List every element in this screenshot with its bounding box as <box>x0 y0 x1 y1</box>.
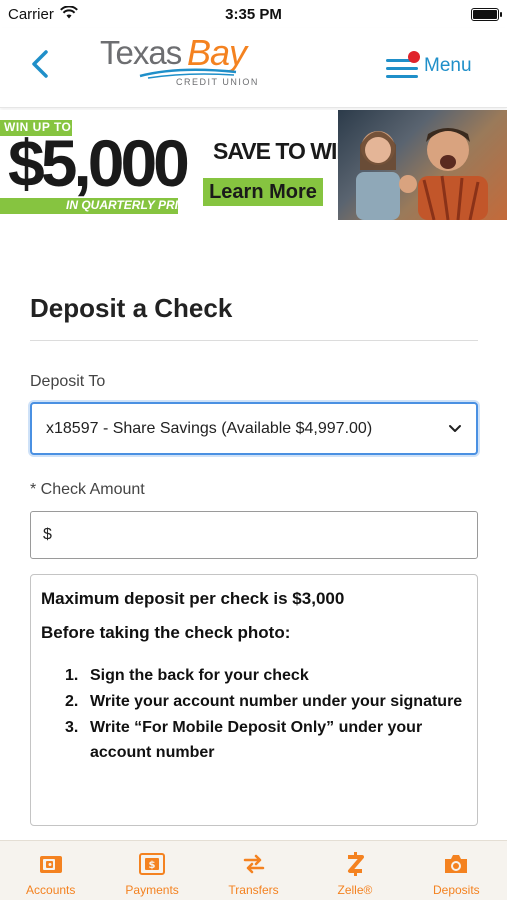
menu-label: Menu <box>424 55 472 76</box>
chevron-left-icon <box>30 49 50 84</box>
title-divider <box>30 340 478 341</box>
list-item-text: Write your account number under your sig… <box>90 693 463 710</box>
menu-button[interactable]: Menu <box>386 44 486 88</box>
tab-deposits-label: Deposits <box>432 883 480 897</box>
camera-icon <box>443 851 469 877</box>
transfer-arrows-icon <box>241 851 267 877</box>
wallet-icon <box>38 851 64 877</box>
banner-photo <box>338 110 507 220</box>
promo-banner[interactable]: WIN UP TO $5,000 IN QUARTERLY PRIZES SAV… <box>0 110 507 220</box>
zelle-icon <box>342 851 368 877</box>
deposit-to-label: Deposit To <box>30 373 106 390</box>
tab-transfers[interactable]: Transfers <box>203 841 304 900</box>
list-item-number: 3. <box>65 719 79 736</box>
banner-save-to-win: SAVE TO WIN <box>213 138 353 164</box>
bottom-tab-bar: Accounts $ Payments Transfers Zelle® Dep… <box>0 840 507 900</box>
status-left: Carrier <box>8 4 78 23</box>
instruction-list: 1. Sign the back for your check 2. Write… <box>41 663 467 765</box>
tab-transfers-label: Transfers <box>228 883 279 897</box>
texas-bay-logo: Texas Bay CREDIT UNION <box>100 32 260 94</box>
page-title: Deposit a Check <box>30 293 233 323</box>
check-amount-input[interactable]: $ <box>30 511 478 559</box>
tab-accounts[interactable]: Accounts <box>0 841 101 900</box>
currency-prefix: $ <box>43 526 52 543</box>
app-header: Texas Bay CREDIT UNION Menu <box>0 28 507 108</box>
tab-payments-label: Payments <box>125 883 179 897</box>
tab-accounts-label: Accounts <box>26 883 76 897</box>
hamburger-icon <box>386 51 420 79</box>
max-deposit-text: Maximum deposit per check is $3,000 <box>41 589 345 608</box>
list-item: 1. Sign the back for your check <box>65 663 467 688</box>
check-amount-label: * Check Amount <box>30 481 145 498</box>
list-item-number: 2. <box>65 693 79 710</box>
logo-subtitle: CREDIT UNION <box>176 77 259 87</box>
tab-zelle[interactable]: Zelle® <box>304 841 405 900</box>
list-item-number: 1. <box>65 667 79 684</box>
tab-deposits[interactable]: Deposits <box>406 841 507 900</box>
people-photo-icon <box>356 128 488 220</box>
bill-icon: $ <box>139 851 166 877</box>
carrier-label: Carrier <box>8 5 54 23</box>
banner-prizes: IN QUARTERLY PRIZES <box>66 198 202 212</box>
wifi-icon <box>59 4 78 23</box>
list-item-text: Sign the back for your check <box>90 667 309 684</box>
deposit-to-value: x18597 - Share Savings (Available $4,997… <box>46 419 373 437</box>
svg-text:$: $ <box>149 860 156 871</box>
tab-payments[interactable]: $ Payments <box>101 841 202 900</box>
before-photo-heading: Before taking the check photo: <box>41 623 291 642</box>
learn-more-button[interactable]: Learn More <box>203 178 323 206</box>
deposit-to-select[interactable]: x18597 - Share Savings (Available $4,997… <box>30 402 478 455</box>
list-item: 2. Write your account number under your … <box>65 689 467 714</box>
list-item: 3. Write “For Mobile Deposit Only” under… <box>65 715 467 765</box>
notification-dot <box>408 51 420 63</box>
list-item-text: Write “For Mobile Deposit Only” under yo… <box>90 719 423 761</box>
status-bar: Carrier 3:35 PM <box>0 0 507 28</box>
battery-icon <box>471 7 502 21</box>
banner-amount: $5,000 <box>8 126 190 200</box>
tab-zelle-label: Zelle® <box>337 883 373 897</box>
back-button[interactable] <box>22 46 58 86</box>
chevron-down-icon <box>448 420 462 438</box>
deposit-instructions-box: Maximum deposit per check is $3,000 Befo… <box>30 574 478 826</box>
